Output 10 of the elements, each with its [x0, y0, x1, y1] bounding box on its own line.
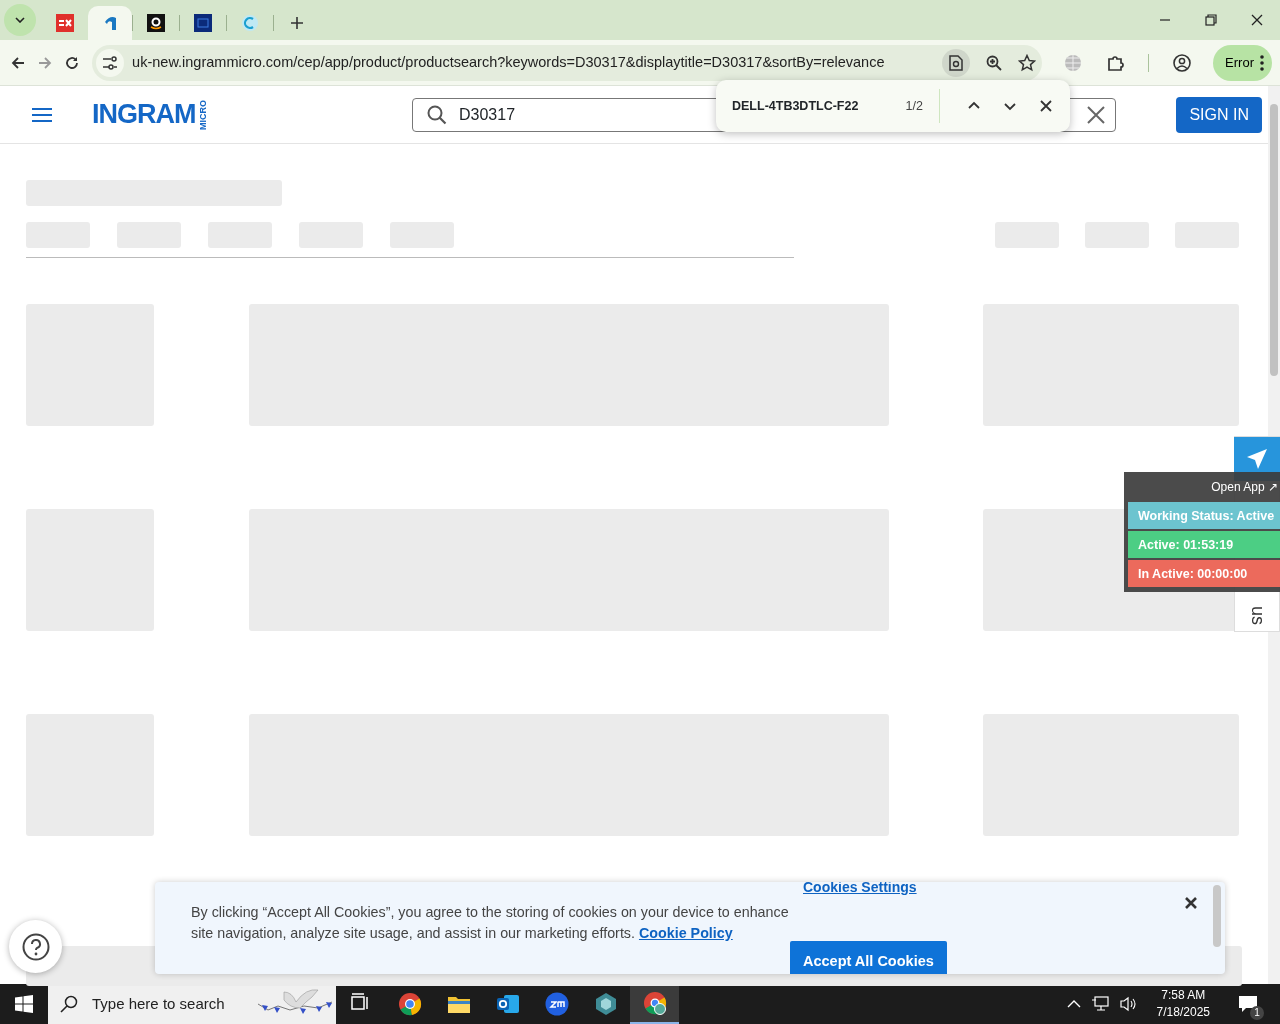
url-text: uk-new.ingrammicro.com/cep/app/product/productsearch?keywords=D30317&displaytitle=D30317&sortBy=relevance: [132, 52, 886, 72]
match-count: 1/2: [905, 97, 923, 115]
status-row: In Active: 00:00:00: [1128, 560, 1280, 587]
brand-logo-subtext: MICRO: [196, 99, 209, 130]
find-query: DELL-4TB3DTLC-F22: [732, 97, 860, 115]
notification-count: 1: [1250, 1006, 1264, 1020]
partner-tab-label: us: [1246, 606, 1269, 625]
cookie-notice-text: By clicking “Accept All Cookies”, you agree to the storing of cookies on your device to enhance site navigation, analyze site usage, and assist in our marketing efforts. Cookie Policy: [191, 903, 790, 943]
status-row: Active: 01:53:19: [1128, 531, 1280, 558]
status-row: Working Status: Active: [1128, 502, 1280, 529]
